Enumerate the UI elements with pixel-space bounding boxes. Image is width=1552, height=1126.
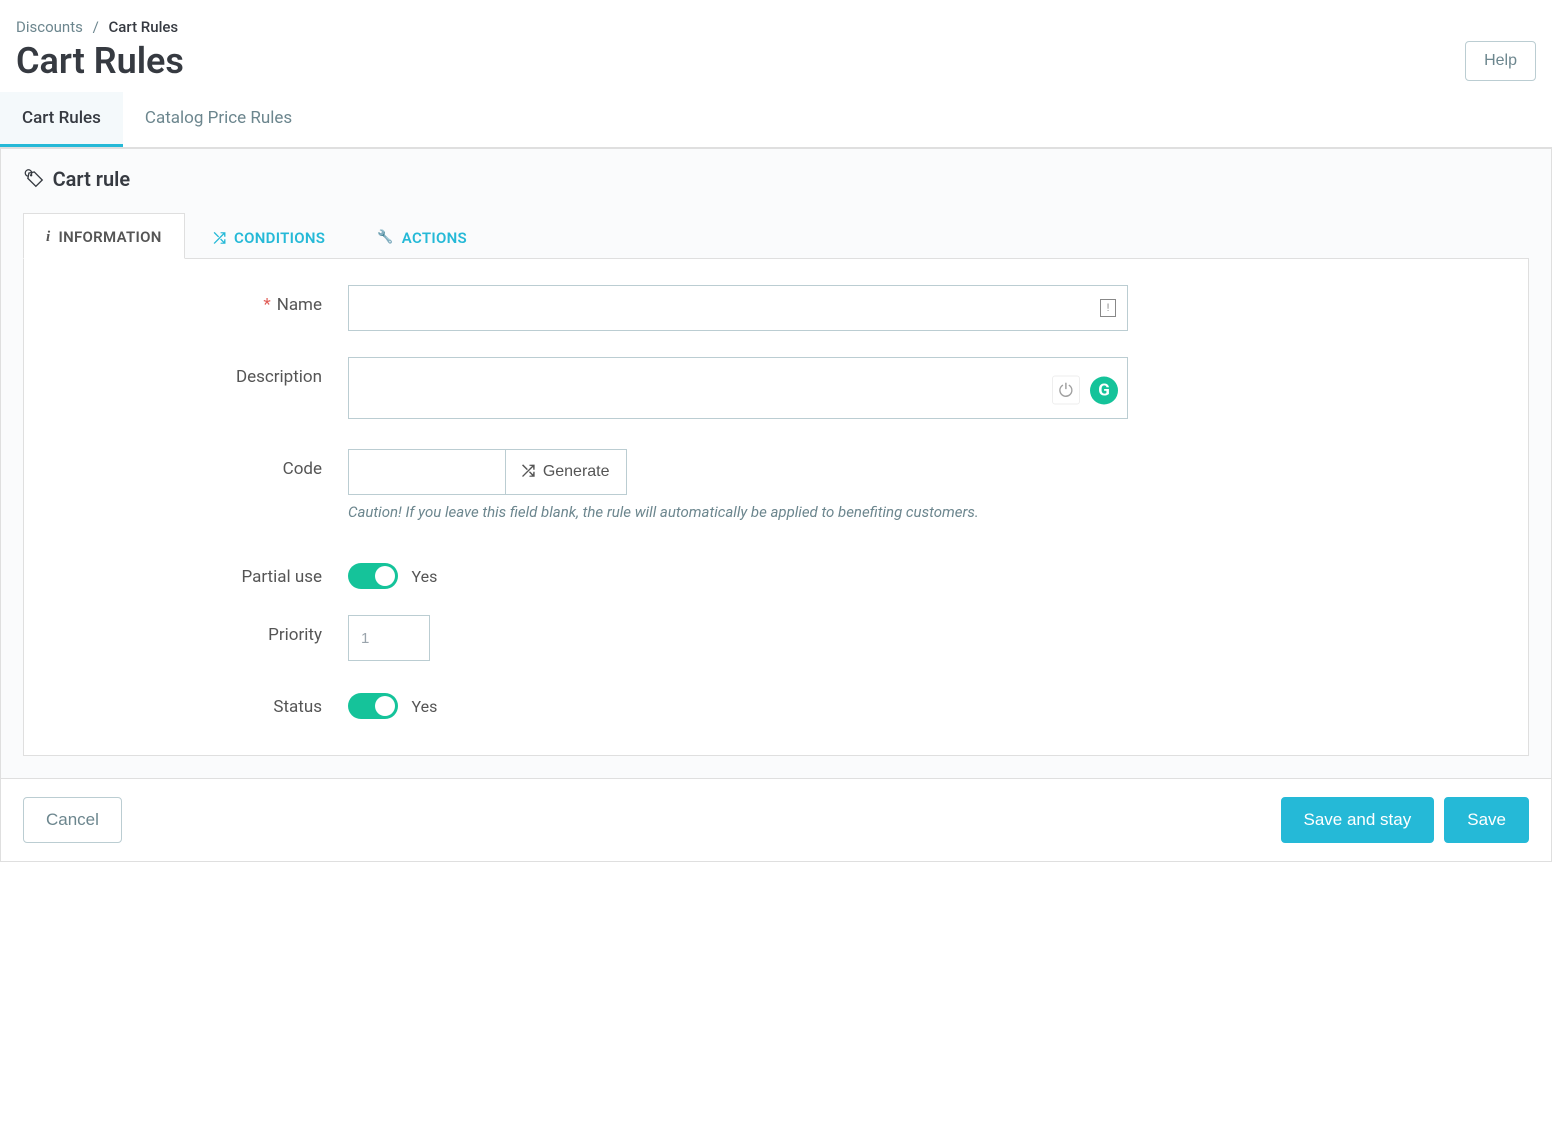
- inner-tabs: i INFORMATION ⤮ CONDITIONS 🔧 ACTIONS: [23, 213, 1529, 259]
- partial-use-toggle[interactable]: [348, 563, 398, 589]
- shuffle-icon: ⤮: [214, 229, 226, 247]
- generate-label: Generate: [543, 463, 610, 481]
- shuffle-icon: ⤮: [522, 463, 535, 481]
- status-toggle[interactable]: [348, 693, 398, 719]
- inner-tab-actions[interactable]: 🔧 ACTIONS: [354, 213, 490, 259]
- name-label: *Name: [48, 285, 348, 315]
- form-panel: *Name ! Description: [23, 258, 1529, 756]
- breadcrumb-parent[interactable]: Discounts: [16, 18, 83, 36]
- code-label: Code: [48, 449, 348, 479]
- description-textarea[interactable]: [348, 357, 1128, 419]
- help-button[interactable]: Help: [1465, 41, 1536, 81]
- tag-icon: 🏷: [23, 169, 45, 189]
- tab-cart-rules[interactable]: Cart Rules: [0, 92, 123, 147]
- inner-tab-information-label: INFORMATION: [58, 228, 161, 246]
- priority-input[interactable]: [348, 615, 430, 661]
- footer-bar: Cancel Save and stay Save: [0, 779, 1552, 862]
- panel-title: 🏷 Cart rule: [23, 167, 1529, 191]
- grammarly-icon[interactable]: G: [1090, 376, 1118, 404]
- cancel-button[interactable]: Cancel: [23, 797, 122, 843]
- name-input[interactable]: [348, 285, 1128, 331]
- page-title: Cart Rules: [16, 40, 184, 82]
- breadcrumb: Discounts / Cart Rules: [16, 18, 1536, 36]
- code-help-text: Caution! If you leave this field blank, …: [348, 503, 1128, 521]
- inner-tab-information[interactable]: i INFORMATION: [23, 213, 185, 259]
- info-icon: i: [46, 229, 50, 246]
- language-flag-icon[interactable]: !: [1100, 299, 1116, 317]
- breadcrumb-sep: /: [93, 18, 99, 36]
- breadcrumb-current: Cart Rules: [109, 18, 179, 36]
- inner-tab-conditions-label: CONDITIONS: [234, 229, 325, 247]
- panel: 🏷 Cart rule i INFORMATION ⤮ CONDITIONS 🔧…: [0, 148, 1552, 779]
- power-icon[interactable]: ⏻: [1052, 376, 1080, 405]
- save-and-stay-button[interactable]: Save and stay: [1281, 797, 1435, 843]
- inner-tab-actions-label: ACTIONS: [402, 229, 467, 247]
- tab-catalog-price-rules[interactable]: Catalog Price Rules: [123, 92, 314, 147]
- code-input[interactable]: [348, 449, 506, 495]
- priority-label: Priority: [48, 615, 348, 645]
- top-tabs: Cart Rules Catalog Price Rules: [0, 92, 1552, 148]
- partial-use-label: Partial use: [48, 557, 348, 587]
- generate-button[interactable]: ⤮ Generate: [506, 449, 627, 495]
- partial-use-state: Yes: [411, 567, 437, 586]
- wrench-icon: 🔧: [377, 230, 394, 245]
- description-label: Description: [48, 357, 348, 387]
- inner-tab-conditions[interactable]: ⤮ CONDITIONS: [191, 213, 349, 259]
- required-mark: *: [263, 295, 270, 315]
- save-button[interactable]: Save: [1444, 797, 1529, 843]
- status-label: Status: [48, 687, 348, 717]
- panel-title-text: Cart rule: [53, 167, 131, 191]
- status-state: Yes: [411, 697, 437, 716]
